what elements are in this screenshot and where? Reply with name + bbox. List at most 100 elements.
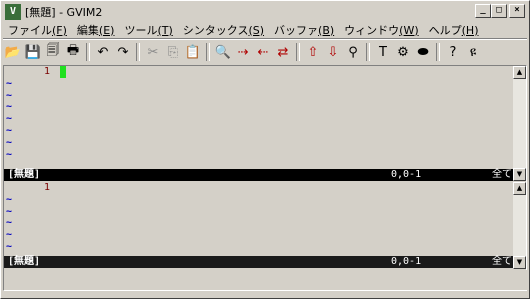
status-line-bottom[interactable]: [無題] 0,0-1 全て (4, 256, 514, 268)
empty-line-tilde: ~ (4, 137, 514, 149)
text-line[interactable]: 1 (4, 66, 514, 78)
save-all-icon[interactable]: 🗐 (43, 42, 63, 62)
menu-window-label: ウィンドウ (344, 23, 400, 37)
editor-pane-top[interactable]: 1 ~ ~ ~ ~ ~ ~ ~ (4, 66, 514, 169)
empty-line-tilde: ~ (4, 125, 514, 137)
menu-syntax[interactable]: シンタックス(S) (178, 22, 269, 38)
line-number: 1 (43, 182, 50, 193)
window-title: [無題] - GVIM2 (25, 5, 103, 19)
scrollbar-top[interactable]: ▲ ▼ (513, 66, 526, 181)
jump-tag-icon[interactable]: ⬬ (413, 42, 433, 62)
text-cursor (60, 66, 66, 78)
menu-window-accel: (W) (399, 23, 419, 37)
menu-help[interactable]: ヘルプ(H) (424, 22, 484, 38)
minimize-button[interactable]: _ (475, 4, 491, 18)
menu-buffers[interactable]: バッファ(B) (269, 22, 339, 38)
empty-line-tilde: ~ (4, 78, 514, 90)
menu-edit-label: 編集 (76, 23, 99, 37)
tilde-marker: ~ (6, 148, 13, 160)
toolbar-separator (136, 43, 140, 61)
menu-file[interactable]: ファイル(F) (3, 22, 72, 38)
status-filename: [無題] (8, 169, 41, 180)
empty-line-tilde: ~ (4, 194, 514, 206)
tilde-marker: ~ (6, 193, 13, 205)
empty-line-tilde: ~ (4, 241, 514, 253)
open-icon[interactable]: 📂 (3, 42, 23, 62)
gvim-window: V [無題] - GVIM2 _ □ × ファイル(F) 編集(E) ツール(T… (0, 0, 530, 299)
menu-bar: ファイル(F) 編集(E) ツール(T) シンタックス(S) バッファ(B) ウ… (3, 21, 527, 38)
menu-file-label: ファイル (8, 23, 52, 37)
find-prev-icon[interactable]: ⇠ (253, 42, 273, 62)
find-icon[interactable]: 🔍 (213, 42, 233, 62)
scrollbar-bottom[interactable]: ▲ ▼ (513, 182, 526, 269)
status-scroll: 全て (492, 169, 512, 180)
empty-line-tilde: ~ (4, 149, 514, 161)
status-filename: [無題] (8, 256, 41, 267)
status-scroll: 全て (492, 256, 512, 267)
editor-area: 1 ~ ~ ~ ~ ~ ~ ~ [無題] 0,0-1 全て ▲ ▼ 1 ~ ~ ~ ~ ~ [無題]… (3, 65, 528, 291)
print-icon[interactable]: 🖶 (63, 42, 83, 62)
status-position: 0,0-1 (391, 169, 422, 180)
tilde-marker: ~ (6, 89, 13, 101)
tilde-marker: ~ (6, 113, 13, 125)
toolbar: 📂 💾 🗐 🖶 ↶ ↷ ✂ ⎘ 📋 🔍 ⇢ ⇠ ⇄ ⇧ ⇩ ⚲ T ⚙ ⬬ ? … (3, 41, 527, 63)
menu-tools[interactable]: ツール(T) (119, 22, 177, 38)
cut-icon[interactable]: ✂ (143, 42, 163, 62)
build-tags-icon[interactable]: ⚙ (393, 42, 413, 62)
paste-icon[interactable]: 📋 (183, 42, 203, 62)
menu-help-label: ヘルプ (428, 23, 462, 37)
tilde-marker: ~ (6, 240, 13, 252)
empty-line-tilde: ~ (4, 101, 514, 113)
copy-icon[interactable]: ⎘ (163, 42, 183, 62)
redo-icon[interactable]: ↷ (113, 42, 133, 62)
menu-tools-label: ツール (124, 23, 158, 37)
menu-buffers-accel: (B) (318, 23, 335, 37)
scroll-up-icon[interactable]: ▲ (513, 66, 526, 79)
status-position: 0,0-1 (391, 256, 422, 267)
scroll-down-icon[interactable]: ▼ (513, 168, 526, 181)
empty-line-tilde: ~ (4, 217, 514, 229)
toolbar-separator (296, 43, 300, 61)
menu-syntax-accel: (S) (248, 23, 265, 37)
menu-file-accel: (F) (52, 23, 67, 37)
empty-line-tilde: ~ (4, 229, 514, 241)
text-line[interactable]: 1 (4, 182, 514, 194)
toolbar-separator (206, 43, 210, 61)
tilde-marker: ~ (6, 124, 13, 136)
tilde-marker: ~ (6, 136, 13, 148)
scroll-down-icon[interactable]: ▼ (513, 256, 526, 269)
save-session-icon[interactable]: ⇩ (323, 42, 343, 62)
replace-icon[interactable]: ⇄ (273, 42, 293, 62)
make-icon[interactable]: T (373, 42, 393, 62)
undo-icon[interactable]: ↶ (93, 42, 113, 62)
title-bar[interactable]: V [無題] - GVIM2 _ □ × (3, 3, 527, 20)
tilde-marker: ~ (6, 101, 13, 113)
menu-window[interactable]: ウィンドウ(W) (339, 22, 423, 38)
save-icon[interactable]: 💾 (23, 42, 43, 62)
tilde-marker: ~ (6, 205, 13, 217)
toolbar-separator (366, 43, 370, 61)
tilde-marker: ~ (6, 217, 13, 229)
empty-line-tilde: ~ (4, 90, 514, 102)
empty-line-tilde: ~ (4, 113, 514, 125)
vim-app-icon[interactable]: V (5, 3, 21, 20)
close-button[interactable]: × (509, 4, 525, 18)
status-line-top[interactable]: [無題] 0,0-1 全て (4, 169, 514, 181)
help-icon[interactable]: ? (443, 42, 463, 62)
editor-pane-bottom[interactable]: 1 ~ ~ ~ ~ ~ (4, 182, 514, 255)
maximize-button[interactable]: □ (491, 4, 507, 18)
toolbar-separator (86, 43, 90, 61)
menu-buffers-label: バッファ (274, 23, 319, 37)
load-session-icon[interactable]: ⇧ (303, 42, 323, 62)
find-next-icon[interactable]: ⇢ (233, 42, 253, 62)
menu-edit[interactable]: 編集(E) (72, 22, 120, 38)
toolbar-divider (3, 38, 527, 40)
menu-edit-accel: (E) (98, 23, 115, 37)
menu-tools-accel: (T) (157, 23, 173, 37)
command-line[interactable] (4, 270, 528, 290)
find-help-icon[interactable]: ዩ (463, 42, 483, 62)
line-number: 1 (43, 66, 50, 77)
scroll-up-icon[interactable]: ▲ (513, 182, 526, 195)
run-script-icon[interactable]: ⚲ (343, 42, 363, 62)
tilde-marker: ~ (6, 77, 13, 89)
